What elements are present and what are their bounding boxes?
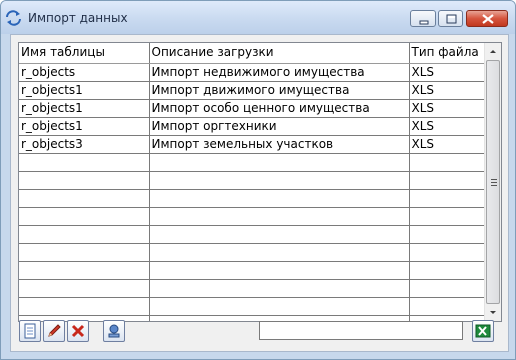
- table-row[interactable]: r_objects Импорт недвижимого имущества XLS: [19, 63, 486, 82]
- cell-description[interactable]: Импорт оргтехники: [149, 117, 410, 136]
- cell-file-type[interactable]: XLS: [409, 99, 486, 118]
- cell-file-type[interactable]: [409, 243, 486, 262]
- cell-table-name[interactable]: [19, 153, 150, 172]
- minimize-icon: [419, 20, 429, 25]
- cell-description[interactable]: Импорт недвижимого имущества: [149, 63, 410, 82]
- table-row[interactable]: [19, 279, 486, 298]
- cell-description[interactable]: Импорт земельных участков: [149, 135, 410, 154]
- maximize-icon: [446, 14, 457, 24]
- cell-file-type[interactable]: [409, 225, 486, 244]
- cell-table-name[interactable]: r_objects1: [19, 81, 150, 100]
- cell-description[interactable]: [149, 225, 410, 244]
- window-title: Импорт данных: [28, 11, 128, 25]
- cell-table-name[interactable]: [19, 189, 150, 208]
- cell-description[interactable]: [149, 279, 410, 298]
- cell-table-name[interactable]: [19, 279, 150, 298]
- column-header-description[interactable]: Описание загрузки: [149, 43, 410, 64]
- cell-table-name[interactable]: [19, 243, 150, 262]
- scroll-down-arrow-icon[interactable]: [485, 304, 501, 321]
- cell-table-name[interactable]: r_objects1: [19, 117, 150, 136]
- cell-description[interactable]: [149, 243, 410, 262]
- table-row[interactable]: r_objects3 Импорт земельных участков XLS: [19, 135, 486, 154]
- table-row[interactable]: [19, 189, 486, 208]
- edit-record-button[interactable]: [43, 320, 65, 342]
- maximize-button[interactable]: [438, 10, 463, 27]
- cell-description[interactable]: [149, 261, 410, 280]
- column-header-file-type[interactable]: Тип файла: [409, 43, 486, 64]
- run-import-icon: [108, 324, 120, 338]
- cell-file-type[interactable]: [409, 207, 486, 226]
- table-row[interactable]: [19, 153, 486, 172]
- import-window: Импорт данных Имя таблицы Описание загру…: [0, 0, 516, 360]
- table-row[interactable]: [19, 207, 486, 226]
- cell-file-type[interactable]: XLS: [409, 81, 486, 100]
- table-row[interactable]: r_objects1 Импорт особо ценного имущества…: [19, 99, 486, 118]
- close-icon: [482, 14, 494, 24]
- cell-table-name[interactable]: [19, 297, 150, 316]
- table-row[interactable]: [19, 225, 486, 244]
- new-document-icon: [24, 323, 36, 339]
- delete-x-icon: [71, 324, 85, 338]
- cell-description[interactable]: Импорт движимого имущества: [149, 81, 410, 100]
- table-row[interactable]: [19, 297, 486, 316]
- window-client-area: Имя таблицы Описание загрузки Тип файла …: [10, 34, 509, 352]
- cell-table-name[interactable]: r_objects: [19, 63, 150, 82]
- table-header-row: Имя таблицы Описание загрузки Тип файла: [19, 43, 486, 64]
- cell-file-type[interactable]: [409, 261, 486, 280]
- vertical-scrollbar[interactable]: [484, 43, 501, 321]
- table-row[interactable]: r_objects1 Импорт движимого имущества XLS: [19, 81, 486, 100]
- cell-file-type[interactable]: [409, 297, 486, 316]
- cell-description[interactable]: [149, 207, 410, 226]
- table-row[interactable]: [19, 261, 486, 280]
- scroll-up-arrow-icon[interactable]: [485, 43, 501, 60]
- import-table-grid[interactable]: Имя таблицы Описание загрузки Тип файла …: [18, 42, 502, 322]
- excel-export-icon: [475, 324, 491, 338]
- refresh-arrows-icon: [6, 10, 21, 26]
- table-row[interactable]: r_objects1 Импорт оргтехники XLS: [19, 117, 486, 136]
- cell-description[interactable]: [149, 171, 410, 190]
- edit-pencil-icon: [48, 324, 61, 337]
- cell-description[interactable]: [149, 153, 410, 172]
- column-header-table-name[interactable]: Имя таблицы: [19, 43, 150, 64]
- new-record-button[interactable]: [19, 320, 41, 342]
- cell-file-type[interactable]: [409, 189, 486, 208]
- minimize-button[interactable]: [410, 10, 436, 27]
- title-bar[interactable]: Импорт данных: [1, 1, 515, 34]
- cell-file-type[interactable]: XLS: [409, 117, 486, 136]
- table-row[interactable]: [19, 243, 486, 262]
- filter-input[interactable]: [259, 321, 463, 340]
- cell-file-type[interactable]: [409, 153, 486, 172]
- scroll-grip-icon: [491, 179, 497, 186]
- scrollbar-thumb[interactable]: [486, 60, 500, 304]
- table-row[interactable]: [19, 171, 486, 190]
- cell-description[interactable]: Импорт особо ценного имущества: [149, 99, 410, 118]
- cell-table-name[interactable]: [19, 207, 150, 226]
- cell-table-name[interactable]: r_objects1: [19, 99, 150, 118]
- cell-description[interactable]: [149, 189, 410, 208]
- cell-file-type[interactable]: XLS: [409, 135, 486, 154]
- cell-file-type[interactable]: [409, 171, 486, 190]
- cell-file-type[interactable]: XLS: [409, 63, 486, 82]
- run-import-button[interactable]: [103, 320, 125, 342]
- cell-table-name[interactable]: r_objects3: [19, 135, 150, 154]
- close-button[interactable]: [466, 10, 508, 27]
- cell-file-type[interactable]: [409, 279, 486, 298]
- delete-record-button[interactable]: [67, 320, 89, 342]
- cell-table-name[interactable]: [19, 171, 150, 190]
- cell-table-name[interactable]: [19, 225, 150, 244]
- cell-description[interactable]: [149, 297, 410, 316]
- cell-table-name[interactable]: [19, 261, 150, 280]
- import-table: Имя таблицы Описание загрузки Тип файла …: [19, 43, 486, 321]
- export-excel-button[interactable]: [472, 320, 494, 342]
